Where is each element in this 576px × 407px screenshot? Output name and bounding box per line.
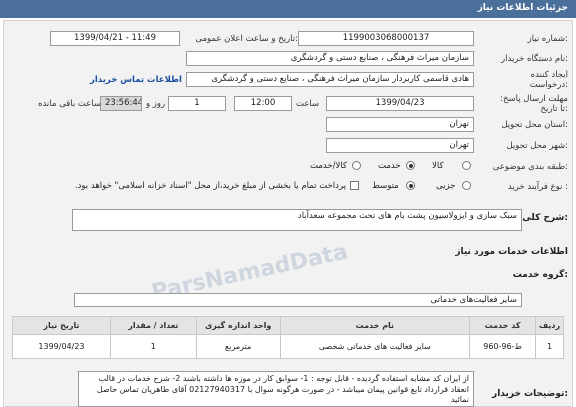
- col-need-date: تاریخ نیاز: [12, 316, 111, 335]
- deadline-date-field[interactable]: 1399/04/23: [326, 96, 474, 111]
- buyer-contact-link[interactable]: اطلاعات تماس خریدار: [90, 75, 182, 85]
- category-goods-label: کالا: [432, 161, 444, 171]
- cell-need-date: 1399/04/23: [12, 334, 111, 359]
- cell-quantity: 1: [109, 334, 197, 359]
- deadline-time-field[interactable]: 12:00: [234, 96, 292, 111]
- table-header-row: ردیف کد خدمت نام خدمت واحد اندازه گیری ت…: [12, 316, 564, 335]
- category-goods-radio[interactable]: [462, 161, 471, 170]
- col-service-code: کد خدمت: [469, 316, 537, 335]
- cell-row-number: 1: [535, 334, 564, 359]
- creator-label: ایجاد کننده درخواست:: [529, 70, 568, 90]
- creator-field[interactable]: هادی قاسمی کاربردار سازمان میراث فرهنگی …: [186, 72, 474, 87]
- announce-field[interactable]: 1399/04/21 - 11:49: [50, 31, 180, 46]
- service-group-field[interactable]: سایر فعالیت‌های خدماتی: [74, 293, 522, 307]
- col-quantity: تعداد / مقدار: [109, 316, 197, 335]
- process-minor-radio[interactable]: [462, 181, 471, 190]
- buyer-notes-label: توضیحات خریدار:: [492, 389, 568, 399]
- remaining-time-field: 23:56:44: [100, 96, 142, 111]
- table-row[interactable]: 1 ط-96-960 سایر فعالیت های خدماتی شخصی م…: [12, 334, 564, 359]
- col-row-number: ردیف: [535, 316, 564, 335]
- treasury-payment-note: پرداخت تمام یا بخشی از مبلغ خرید،از محل …: [74, 181, 346, 191]
- days-label: روز و: [146, 99, 166, 109]
- province-field[interactable]: تهران: [326, 117, 474, 132]
- city-field[interactable]: تهران: [326, 138, 474, 153]
- category-goods-service-radio[interactable]: [352, 161, 361, 170]
- province-label: استان محل تحویل:: [501, 120, 568, 130]
- services-section-title: اطلاعات خدمات مورد نیاز: [455, 247, 568, 257]
- remaining-label: ساعت باقی مانده: [38, 99, 102, 109]
- col-unit: واحد اندازه گیری: [195, 316, 281, 335]
- process-medium-radio[interactable]: [406, 181, 415, 190]
- category-service-label: خدمت: [378, 161, 401, 171]
- need-number-field[interactable]: 1199003068000137: [298, 31, 474, 46]
- category-label: طبقه بندی موضوعی:: [492, 162, 568, 172]
- deadline-label: مهلت ارسال پاسخ: تا تاریخ:: [500, 94, 568, 114]
- buyer-field[interactable]: سازمان میراث فرهنگی ، صنایع دستی و گردشگ…: [186, 51, 474, 66]
- cell-unit: مترمربع: [195, 334, 281, 359]
- service-group-label: گروه خدمت:: [512, 270, 568, 280]
- process-label: نوع فرآیند خرید :: [507, 182, 568, 192]
- cell-service-code: ط-96-960: [469, 334, 537, 359]
- city-label: شهر محل تحویل:: [506, 141, 568, 151]
- announce-label: تاریخ و ساعت اعلان عمومی:: [195, 34, 298, 44]
- time-label: ساعت: [296, 99, 320, 109]
- process-minor-label: جزیی: [436, 181, 456, 191]
- buyer-notes-field[interactable]: از ایران کد مشابه استفاده گردیده - قابل …: [78, 371, 474, 407]
- need-summary-field[interactable]: سبک سازی و ایزولاسیون پشت بام های تحت مج…: [72, 209, 522, 231]
- category-service-radio[interactable]: [406, 161, 415, 170]
- days-field[interactable]: 1: [168, 96, 226, 111]
- cell-service-name: سایر فعالیت های خدماتی شخصی: [279, 334, 471, 359]
- process-medium-label: متوسط: [372, 181, 399, 191]
- col-service-name: نام خدمت: [279, 316, 471, 335]
- page-title: جزئیات اطلاعات نیاز: [477, 3, 568, 13]
- treasury-payment-checkbox[interactable]: [350, 181, 359, 190]
- services-table: ردیف کد خدمت نام خدمت واحد اندازه گیری ت…: [12, 316, 564, 359]
- category-goods-service-label: کالا/خدمت: [310, 161, 347, 171]
- buyer-label: نام دستگاه خریدار:: [501, 54, 568, 64]
- need-number-label: شماره نیاز:: [527, 34, 568, 44]
- page-header: جزئیات اطلاعات نیاز: [0, 0, 576, 18]
